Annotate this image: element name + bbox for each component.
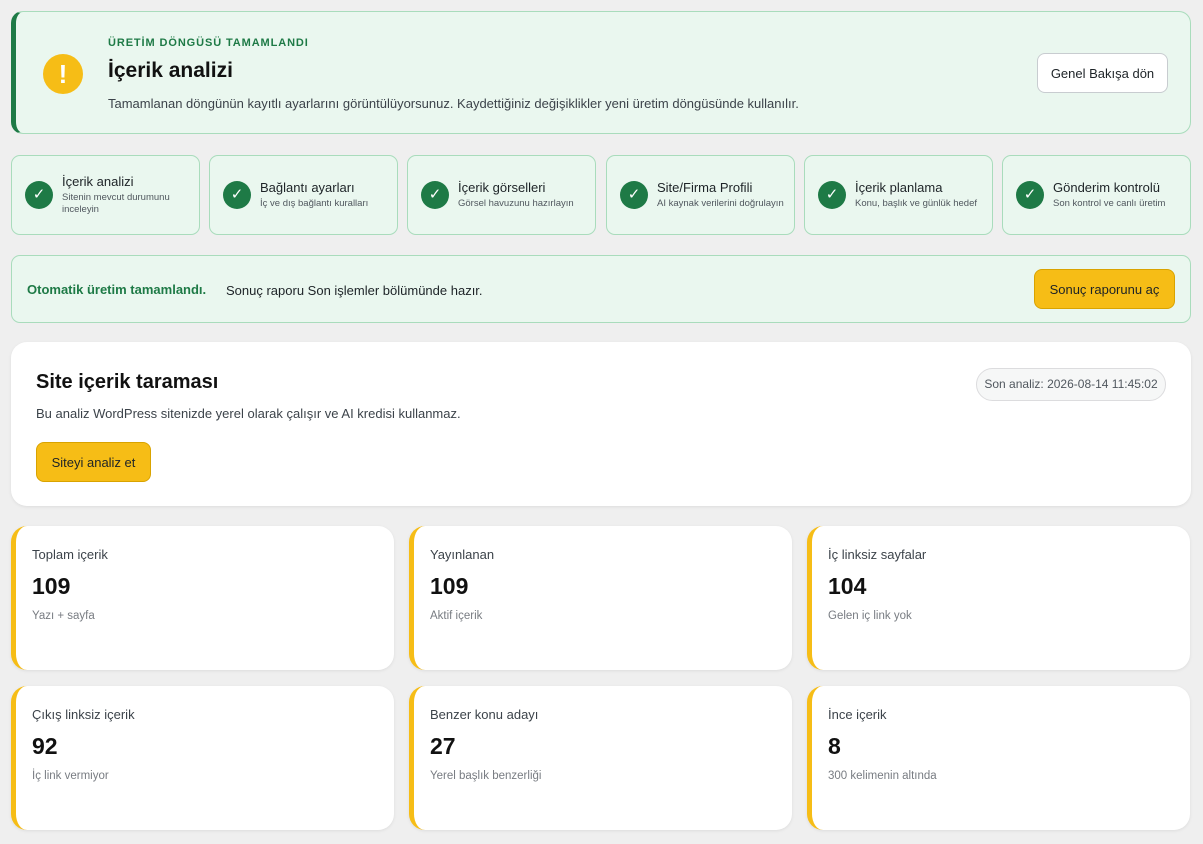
step-title: İçerik analizi	[62, 174, 134, 189]
step-title: Gönderim kontrolü	[1053, 180, 1160, 195]
step-publish-check[interactable]: ✓ Gönderim kontrolü Son kontrol ve canlı…	[1002, 155, 1191, 235]
scan-description: Bu analiz WordPress sitenizde yerel olar…	[36, 406, 461, 421]
stat-value: 8	[828, 733, 841, 759]
stat-caption: Yazı + sayfa	[32, 610, 95, 622]
stat-caption: İç link vermiyor	[32, 770, 109, 782]
stat-label: Benzer konu adayı	[430, 707, 539, 722]
stat-caption: Gelen iç link yok	[828, 610, 912, 622]
page-title: İçerik analizi	[108, 59, 233, 82]
check-icon: ✓	[1016, 181, 1044, 209]
stat-published: Yayınlanan 109 Aktif içerik	[409, 526, 792, 670]
wizard-steps: ✓ İçerik analizi Sitenin mevcut durumunu…	[11, 155, 1191, 235]
stat-no-outbound-links: Çıkış linksiz içerik 92 İç link vermiyor	[11, 686, 394, 830]
stat-value: 27	[430, 733, 456, 759]
cycle-complete-banner: ! ÜRETİM DÖNGÜSÜ TAMAMLANDI İçerik anali…	[11, 11, 1191, 134]
step-site-profile[interactable]: ✓ Site/Firma Profili AI kaynak verilerin…	[606, 155, 795, 235]
stat-caption: Aktif içerik	[430, 610, 483, 622]
step-subtitle: Görsel havuzunu hazırlayın	[458, 198, 574, 209]
banner-description: Tamamlanan döngünün kayıtlı ayarlarını g…	[108, 96, 799, 111]
notice-status: Otomatik üretim tamamlandı.	[27, 282, 207, 297]
stat-value: 92	[32, 733, 58, 759]
step-subtitle: Konu, başlık ve günlük hedef	[855, 198, 978, 209]
step-content-planning[interactable]: ✓ İçerik planlama Konu, başlık ve günlük…	[804, 155, 993, 235]
step-title: İçerik planlama	[855, 180, 943, 195]
site-scan-card: Site içerik taraması Bu analiz WordPress…	[11, 342, 1191, 506]
stat-similar-topics: Benzer konu adayı 27 Yerel başlık benzer…	[409, 686, 792, 830]
stat-value: 109	[32, 573, 71, 599]
stat-label: İnce içerik	[828, 707, 887, 722]
stat-caption: 300 kelimenin altında	[828, 770, 937, 782]
last-analysis-badge: Son analiz: 2026-08-14 11:45:02	[976, 368, 1166, 401]
step-subtitle: AI kaynak verilerini doğrulayın	[657, 198, 784, 209]
check-icon: ✓	[818, 181, 846, 209]
stat-total-content: Toplam içerik 109 Yazı + sayfa	[11, 526, 394, 670]
step-content-images[interactable]: ✓ İçerik görselleri Görsel havuzunu hazı…	[407, 155, 596, 235]
auto-production-notice: Otomatik üretim tamamlandı. Sonuç raporu…	[11, 255, 1191, 323]
notice-message: Sonuç raporu Son işlemler bölümünde hazı…	[226, 283, 483, 298]
check-icon: ✓	[25, 181, 53, 209]
stat-no-internal-links: İç linksiz sayfalar 104 Gelen iç link yo…	[807, 526, 1190, 670]
analyze-site-button[interactable]: Siteyi analiz et	[36, 442, 151, 482]
stat-caption: Yerel başlık benzerliği	[430, 770, 542, 782]
stat-label: Çıkış linksiz içerik	[32, 707, 135, 722]
step-title: Bağlantı ayarları	[260, 180, 355, 195]
stat-value: 109	[430, 573, 469, 599]
step-link-settings[interactable]: ✓ Bağlantı ayarları İç ve dış bağlantı k…	[209, 155, 398, 235]
step-title: İçerik görselleri	[458, 180, 546, 195]
open-report-button[interactable]: Sonuç raporunu aç	[1034, 269, 1175, 309]
stat-label: Toplam içerik	[32, 547, 108, 562]
step-title: Site/Firma Profili	[657, 180, 753, 195]
step-subtitle: Son kontrol ve canlı üretim	[1053, 198, 1166, 209]
check-icon: ✓	[620, 181, 648, 209]
back-to-overview-button[interactable]: Genel Bakışa dön	[1037, 53, 1168, 93]
step-content-analysis[interactable]: ✓ İçerik analizi Sitenin mevcut durumunu…	[11, 155, 200, 235]
check-icon: ✓	[421, 181, 449, 209]
banner-eyebrow: ÜRETİM DÖNGÜSÜ TAMAMLANDI	[108, 37, 309, 49]
stat-thin-content: İnce içerik 8 300 kelimenin altında	[807, 686, 1190, 830]
stat-value: 104	[828, 573, 867, 599]
step-subtitle: İç ve dış bağlantı kuralları	[260, 198, 369, 209]
stat-label: Yayınlanan	[430, 547, 495, 562]
stat-label: İç linksiz sayfalar	[828, 547, 927, 562]
scan-title: Site içerik taraması	[36, 371, 219, 393]
step-subtitle: Sitenin mevcut durumunu inceleyin	[62, 192, 170, 215]
exclamation-icon: !	[43, 54, 83, 94]
check-icon: ✓	[223, 181, 251, 209]
